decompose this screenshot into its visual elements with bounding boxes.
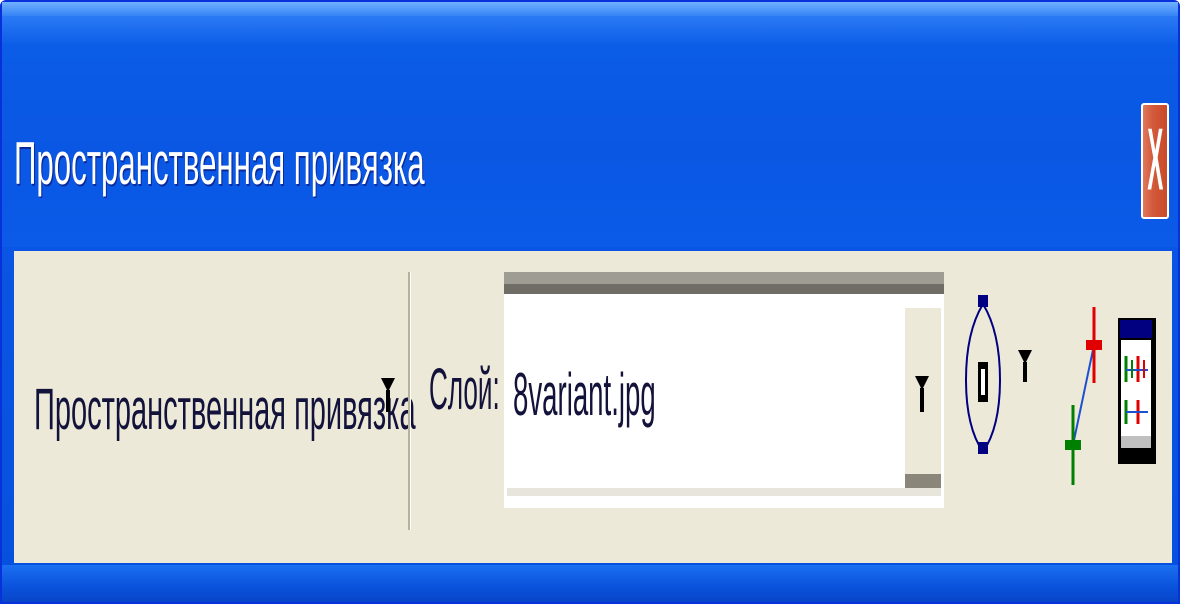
layer-select-value: 8variant.jpg [513,361,656,428]
layer-label: Слой: [429,357,500,422]
georeferencing-menu-label: Пространственная привязка [34,377,416,442]
layer-select-border-inner [504,284,944,294]
title-bar[interactable]: Пространственная привязка X [2,2,1178,247]
link-table-button[interactable] [1118,318,1156,464]
close-icon: X [1147,111,1163,211]
control-point-icon [964,295,1002,454]
window-title: Пространственная привязка [14,130,425,197]
layer-select-dropdown-button[interactable] [902,294,941,488]
add-link-icon [1065,307,1102,485]
layer-select-border-top [504,272,944,284]
close-button[interactable]: X [1141,103,1169,219]
toolbar-separator [408,272,411,530]
add-link-button[interactable] [1060,305,1108,490]
window-bottom-frame [2,565,1178,602]
link-table-icon [1118,318,1156,464]
layer-select-border-bottom [507,488,941,496]
control-point-tool-button[interactable] [958,292,1006,462]
